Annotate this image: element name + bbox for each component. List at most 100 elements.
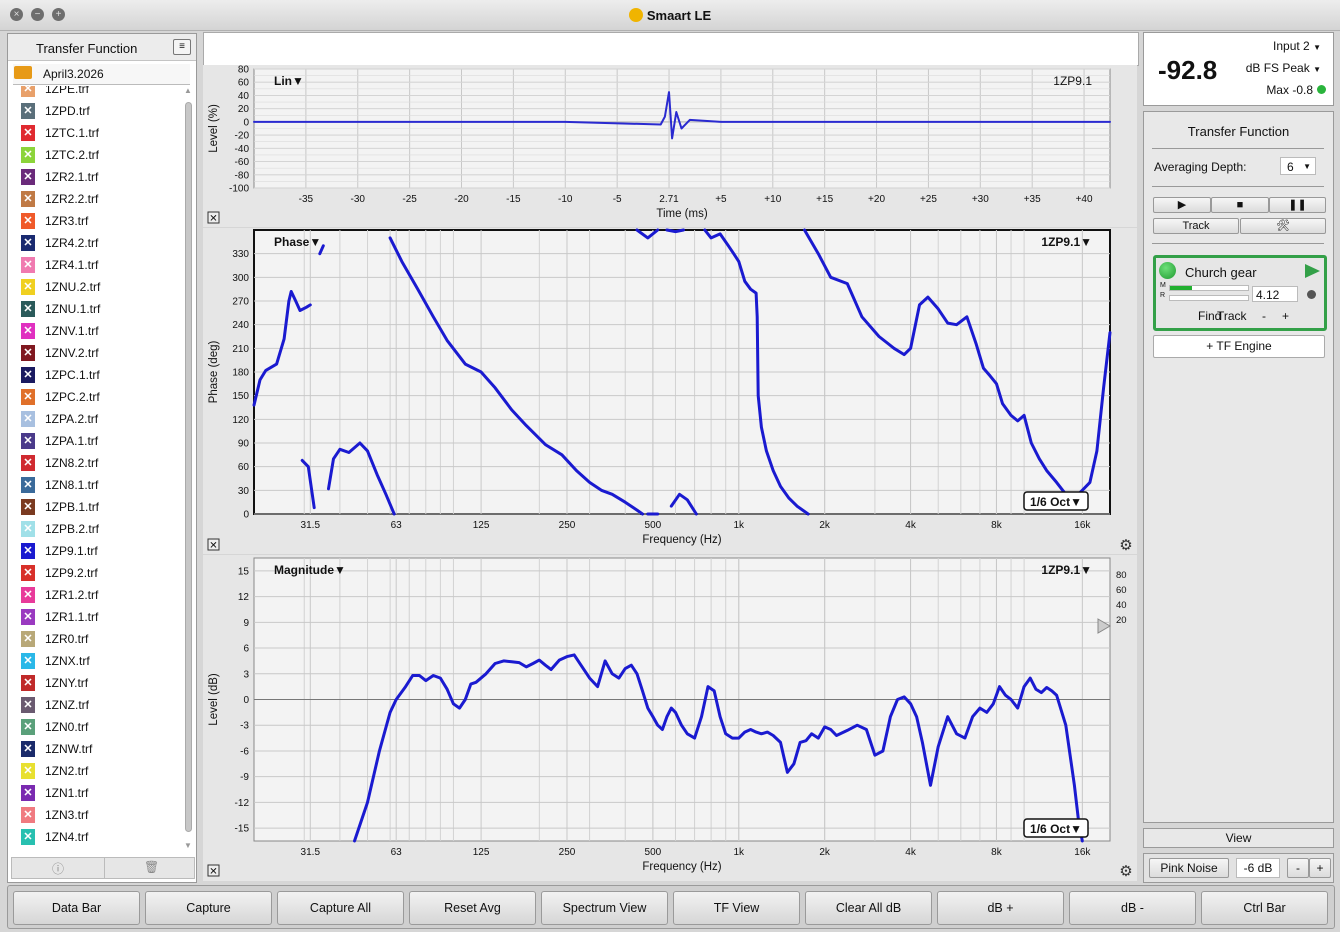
file-item[interactable]: ✕ 1ZN1.trf [13, 782, 181, 804]
generator-level-field[interactable]: -6 dB [1236, 858, 1280, 878]
delay-minus-button[interactable]: - [1262, 309, 1266, 323]
file-item[interactable]: ✕ 1ZNX.trf [13, 650, 181, 672]
file-item[interactable]: ✕ 1ZPD.trf [13, 100, 181, 122]
clear-all-db-button[interactable]: Clear All dB [805, 891, 932, 925]
generator-level-minus-button[interactable]: - [1287, 858, 1309, 878]
file-item[interactable]: ✕ 1ZPB.1.trf [13, 496, 181, 518]
file-trace-icon[interactable]: ✕ [21, 741, 35, 757]
phase-plot[interactable]: 31.5 63 125 250 500 1k 2k 4k 8k 16k 0 30 60 90 120 150 1… [203, 228, 1137, 554]
file-item[interactable]: ✕ 1ZPC.2.trf [13, 386, 181, 408]
file-item[interactable]: ✕ 1ZN4.trf [13, 826, 181, 848]
file-item[interactable]: ✕ 1ZPA.2.trf [13, 408, 181, 430]
file-trace-icon[interactable]: ✕ [21, 323, 35, 339]
ctrl-bar-button[interactable]: Ctrl Bar [1201, 891, 1328, 925]
data-bar-button[interactable]: Data Bar [13, 891, 140, 925]
file-item[interactable]: ✕ 1ZPC.1.trf [13, 364, 181, 386]
file-trace-icon[interactable]: ✕ [21, 103, 35, 119]
db-button[interactable]: dB - [1069, 891, 1196, 925]
file-trace-icon[interactable]: ✕ [21, 147, 35, 163]
engine-status-icon[interactable] [1159, 262, 1176, 279]
scrollbar-thumb[interactable] [185, 102, 192, 832]
file-item[interactable]: ✕ 1ZNY.trf [13, 672, 181, 694]
file-trace-icon[interactable]: ✕ [21, 301, 35, 317]
file-item[interactable]: ✕ 1ZR1.1.trf [13, 606, 181, 628]
file-trace-icon[interactable]: ✕ [21, 829, 35, 845]
engine-delay-field[interactable]: 4.12 [1252, 286, 1298, 302]
engine-play-icon[interactable] [1305, 264, 1320, 278]
file-trace-icon[interactable]: ✕ [21, 521, 35, 537]
file-trace-icon[interactable]: ✕ [21, 257, 35, 273]
file-trace-icon[interactable]: ✕ [21, 565, 35, 581]
file-item[interactable]: ✕ 1ZNW.trf [13, 738, 181, 760]
tools-button[interactable]: 🛠 [1240, 218, 1326, 234]
magnitude-plot[interactable]: 31.5 63 125 250 500 1k 2k 4k 8k 16k 15 12 9 6 3 0 -3 -6 -9… [203, 555, 1137, 881]
capture-all-button[interactable]: Capture All [277, 891, 404, 925]
file-trace-icon[interactable]: ✕ [21, 213, 35, 229]
file-trace-icon[interactable]: ✕ [21, 191, 35, 207]
file-trace-icon[interactable]: ✕ [21, 433, 35, 449]
file-item[interactable]: ✕ 1ZP9.2.trf [13, 562, 181, 584]
file-trace-icon[interactable]: ✕ [21, 631, 35, 647]
averaging-depth-select[interactable]: 6 ▼ [1280, 157, 1316, 175]
file-trace-icon[interactable]: ✕ [21, 235, 35, 251]
file-item[interactable]: ✕ 1ZN0.trf [13, 716, 181, 738]
file-item[interactable]: ✕ 1ZN8.2.trf [13, 452, 181, 474]
file-item[interactable]: ✕ 1ZR4.1.trf [13, 254, 181, 276]
play-button[interactable]: ▶ [1153, 197, 1211, 213]
file-item[interactable]: ✕ 1ZNU.1.trf [13, 298, 181, 320]
generator-level-plus-button[interactable]: + [1309, 858, 1331, 878]
file-item[interactable]: ✕ 1ZR2.1.trf [13, 166, 181, 188]
file-item[interactable]: ✕ 1ZN8.1.trf [13, 474, 181, 496]
file-trace-icon[interactable]: ✕ [21, 653, 35, 669]
file-item[interactable]: ✕ 1ZNV.2.trf [13, 342, 181, 364]
file-item[interactable]: ✕ 1ZR2.2.trf [13, 188, 181, 210]
file-trace-icon[interactable]: ✕ [21, 543, 35, 559]
file-trace-icon[interactable]: ✕ [21, 785, 35, 801]
engine-record-icon[interactable] [1307, 290, 1316, 299]
file-item[interactable]: ✕ 1ZN3.trf [13, 804, 181, 826]
meter-input-select[interactable]: Input 2 ▼ [1273, 39, 1321, 53]
input-meter[interactable]: Input 2 ▼ -92.8 dB FS Peak ▼ Max -0.8 [1143, 32, 1334, 106]
file-item[interactable]: ✕ 1ZN2.trf [13, 760, 181, 782]
file-list-scrollbar[interactable]: ▲ ▼ [184, 86, 193, 850]
add-tf-engine-button[interactable]: + TF Engine [1153, 335, 1325, 358]
file-trace-icon[interactable]: ✕ [21, 411, 35, 427]
file-item[interactable]: ✕ 1ZTC.2.trf [13, 144, 181, 166]
data-bar-menu-icon[interactable]: ≡ [173, 39, 191, 55]
pink-noise-button[interactable]: Pink Noise [1149, 858, 1229, 878]
file-item[interactable]: ✕ 1ZPB.2.trf [13, 518, 181, 540]
file-item[interactable]: ✕ 1ZP9.1.trf [13, 540, 181, 562]
file-trace-icon[interactable]: ✕ [21, 367, 35, 383]
file-trace-icon[interactable]: ✕ [21, 86, 35, 97]
file-trace-icon[interactable]: ✕ [21, 719, 35, 735]
file-trace-icon[interactable]: ✕ [21, 125, 35, 141]
file-trace-icon[interactable]: ✕ [21, 609, 35, 625]
view-button[interactable]: View [1143, 828, 1334, 848]
impulse-plot[interactable]: -35 -30 -25 -20 -15 -10 -5 2.71 +5 +10 +15 +20 +25 +3… [203, 65, 1137, 227]
file-item[interactable]: ✕ 1ZR3.trf [13, 210, 181, 232]
tf-engine-card[interactable]: Church gear M R 4.12 Find Track - + [1153, 255, 1327, 331]
file-trace-icon[interactable]: ✕ [21, 169, 35, 185]
file-item[interactable]: ✕ 1ZR0.trf [13, 628, 181, 650]
file-item[interactable]: ✕ 1ZNU.2.trf [13, 276, 181, 298]
scroll-down-icon[interactable]: ▼ [184, 841, 192, 850]
file-trace-icon[interactable]: ✕ [21, 499, 35, 515]
file-trace-icon[interactable]: ✕ [21, 389, 35, 405]
db-button[interactable]: dB + [937, 891, 1064, 925]
track-delay-button[interactable]: Track [1217, 309, 1247, 323]
file-item[interactable]: ✕ 1ZNV.1.trf [13, 320, 181, 342]
tf-view-button[interactable]: TF View [673, 891, 800, 925]
file-trace-icon[interactable]: ✕ [21, 587, 35, 603]
pause-button[interactable]: ❚❚ [1269, 197, 1326, 213]
file-trace-icon[interactable]: ✕ [21, 455, 35, 471]
spectrum-view-button[interactable]: Spectrum View [541, 891, 668, 925]
file-trace-icon[interactable]: ✕ [21, 477, 35, 493]
file-trace-icon[interactable]: ✕ [21, 763, 35, 779]
track-button[interactable]: Track [1153, 218, 1239, 234]
file-item[interactable]: ✕ 1ZR1.2.trf [13, 584, 181, 606]
file-trace-icon[interactable]: ✕ [21, 697, 35, 713]
meter-unit-select[interactable]: dB FS Peak ▼ [1246, 61, 1321, 75]
file-item[interactable]: ✕ 1ZPE.trf [13, 86, 181, 100]
file-item[interactable]: ✕ 1ZTC.1.trf [13, 122, 181, 144]
scroll-up-icon[interactable]: ▲ [184, 86, 192, 95]
